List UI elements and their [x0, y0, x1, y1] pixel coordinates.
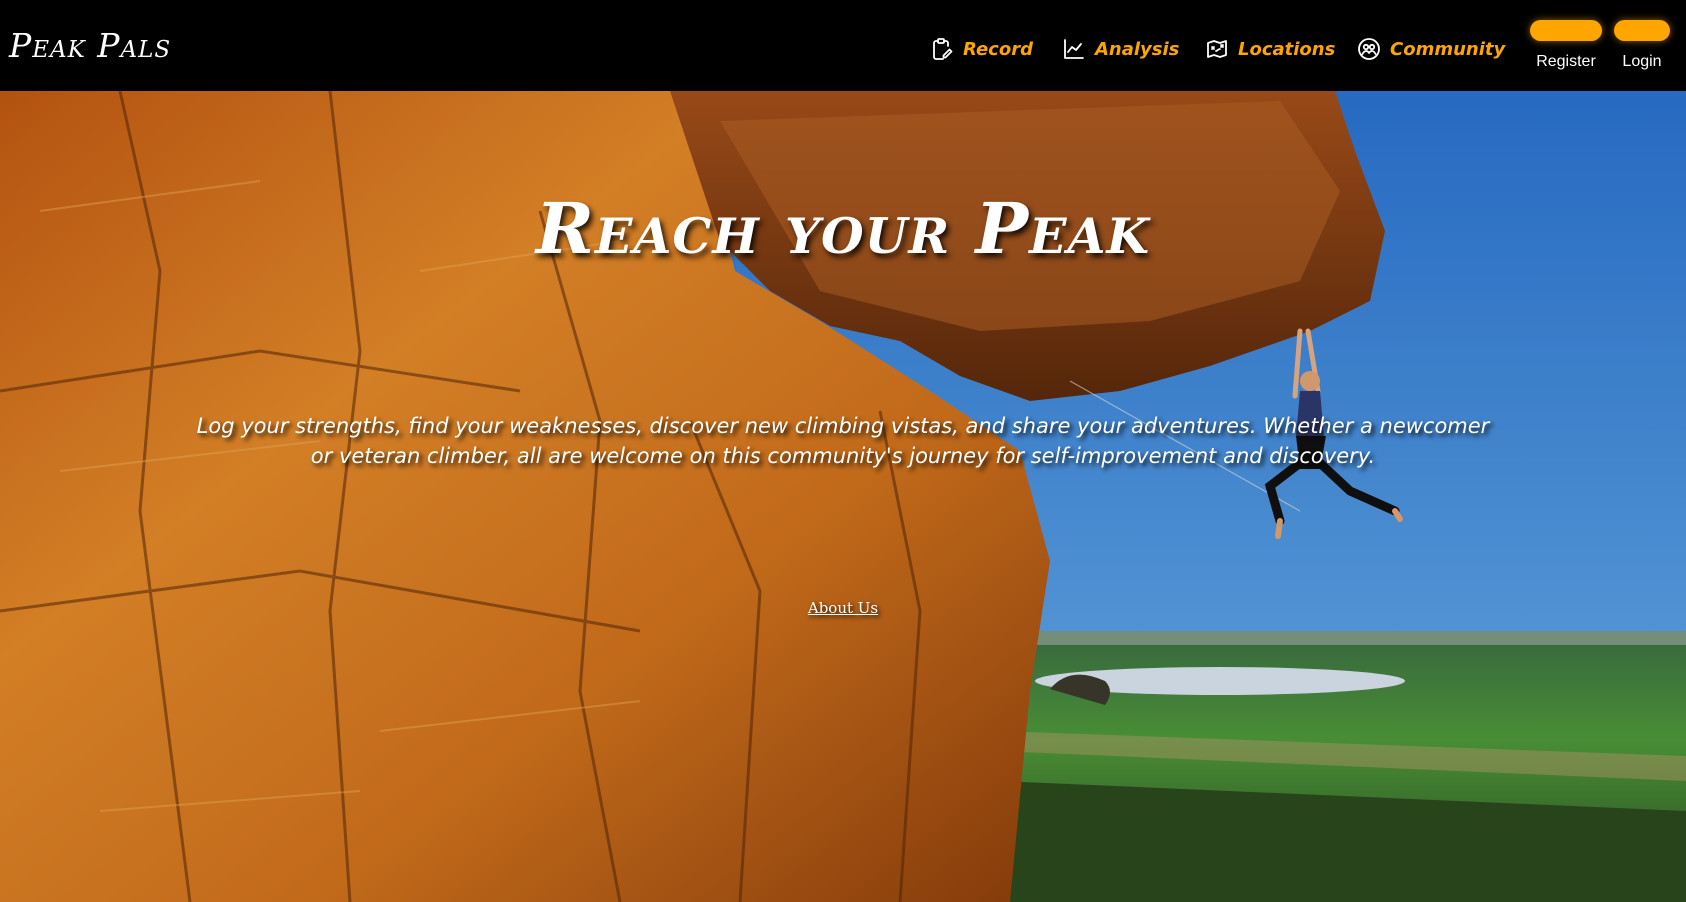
nav-analysis-label: Analysis: [1095, 38, 1180, 60]
login-label[interactable]: Login: [1622, 53, 1661, 71]
nav-record-label: Record: [963, 38, 1033, 60]
register-pill[interactable]: [1530, 20, 1602, 41]
about-us-link[interactable]: About Us: [793, 599, 893, 617]
people-circle-icon: [1358, 38, 1380, 60]
nav-analysis-link[interactable]: Analysis: [1062, 34, 1179, 64]
top-navbar: Peak Pals Record Analysis Locations Comm…: [0, 0, 1686, 91]
main-nav: Record Analysis Locations Community: [0, 34, 1686, 64]
nav-community-label: Community: [1390, 38, 1506, 60]
register-button[interactable]: Register: [1530, 20, 1602, 80]
register-label[interactable]: Register: [1536, 53, 1596, 71]
map-icon: [1207, 40, 1227, 58]
nav-locations-link[interactable]: Locations: [1205, 34, 1335, 64]
login-button[interactable]: Login: [1614, 20, 1670, 80]
nav-record-link[interactable]: Record: [930, 34, 1033, 64]
login-pill[interactable]: [1614, 20, 1670, 41]
line-chart-icon: [1064, 39, 1084, 59]
nav-community-link[interactable]: Community: [1357, 34, 1505, 64]
nav-locations-label: Locations: [1238, 38, 1336, 60]
hero-section: Reach your Peak Log your strengths, find…: [0, 91, 1686, 902]
clipboard-pencil-icon: [933, 38, 953, 60]
hero-tagline: Log your strengths, find your weaknesses…: [196, 414, 1490, 468]
hero-title: Reach your Peak: [535, 187, 1151, 270]
